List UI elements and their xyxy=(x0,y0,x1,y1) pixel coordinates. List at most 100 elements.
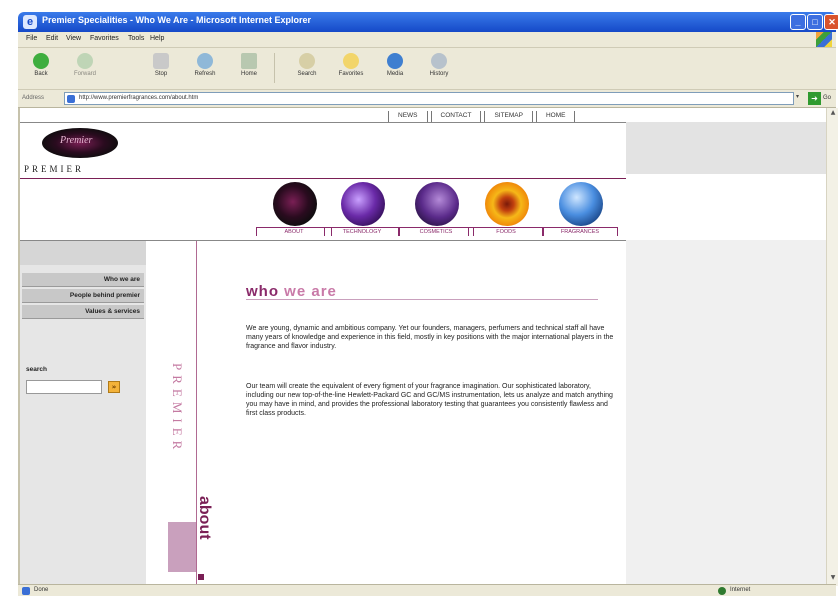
media-label: Media xyxy=(386,71,404,77)
refresh-icon xyxy=(197,53,213,69)
address-dropdown-icon[interactable]: ▾ xyxy=(796,93,804,104)
stop-icon xyxy=(153,53,169,69)
windows-logo-icon xyxy=(816,32,832,47)
page-title-part2: we are xyxy=(284,283,337,300)
premier-logo[interactable]: Premier xyxy=(42,128,118,158)
nav-sitemap-link[interactable]: SITEMAP xyxy=(484,111,533,122)
team-paragraph: Our team will create the equivalent of e… xyxy=(246,383,613,417)
menu-file[interactable]: File xyxy=(26,35,37,42)
window-title: Premier Specialities - Who We Are - Micr… xyxy=(42,15,312,25)
nav-contact-link[interactable]: CONTACT xyxy=(430,111,482,122)
top-divider xyxy=(20,122,626,123)
logo-script-text: Premier xyxy=(60,135,93,146)
address-label: Address xyxy=(22,95,45,101)
stop-label: Stop xyxy=(154,71,168,77)
favorites-button[interactable]: Favorites xyxy=(332,50,370,86)
side-link-people[interactable]: People behind premier xyxy=(22,289,144,303)
media-button[interactable]: Media xyxy=(376,50,414,86)
left-sidebar: Who we are People behind premier Values … xyxy=(20,241,146,586)
right-grey-panel xyxy=(626,240,826,586)
nav-home-link[interactable]: HOME xyxy=(535,111,576,122)
home-icon xyxy=(241,53,257,69)
nav-news-link[interactable]: NEWS xyxy=(388,111,428,122)
screen: e Premier Specialities - Who We Are - Mi… xyxy=(0,0,838,596)
search-toolbar-button[interactable]: Search xyxy=(288,50,326,86)
vertical-section-title: about xyxy=(196,496,213,540)
page-icon xyxy=(67,95,75,103)
scroll-down-icon[interactable]: ▼ xyxy=(828,574,838,584)
refresh-button[interactable]: Refresh xyxy=(186,50,224,86)
status-text: Done xyxy=(34,587,49,593)
minimize-button[interactable]: _ xyxy=(790,14,806,30)
title-underline xyxy=(246,299,598,300)
go-arrow-icon: ➜ xyxy=(808,92,821,105)
magnifier-icon xyxy=(299,53,315,69)
go-button[interactable]: ➜ Go xyxy=(808,92,834,105)
back-button[interactable]: Back xyxy=(22,50,60,86)
section-technology[interactable]: TECHNOLOGY xyxy=(324,180,400,240)
search-label: search xyxy=(26,366,47,373)
menu-bar: File Edit View Favorites Tools Help xyxy=(18,32,836,48)
sidebar-header xyxy=(20,241,146,265)
section-foods[interactable]: FOODS xyxy=(468,180,544,240)
internet-zone-icon xyxy=(718,587,726,595)
side-link-who-we-are[interactable]: Who we are xyxy=(22,273,144,287)
page-title-part1: who xyxy=(246,283,285,300)
back-arrow-icon xyxy=(33,53,49,69)
home-button[interactable]: Home xyxy=(230,50,268,86)
browser-viewport: NEWS CONTACT SITEMAP HOME Premier PREMIE… xyxy=(18,108,838,586)
menu-tools[interactable]: Tools xyxy=(128,35,144,42)
section-fragrances-label: FRAGRANCES xyxy=(542,227,618,236)
refresh-label: Refresh xyxy=(194,71,216,77)
stop-button[interactable]: Stop xyxy=(142,50,180,86)
vertical-brand-text: PREMIER xyxy=(170,363,185,455)
scroll-up-icon[interactable]: ▲ xyxy=(828,109,838,119)
address-input[interactable]: http://www.premierfragrances.com/about.h… xyxy=(64,92,794,105)
menu-favorites[interactable]: Favorites xyxy=(90,35,119,42)
decorative-pink-block xyxy=(168,522,196,572)
foods-thumbnail xyxy=(485,182,529,226)
internet-explorer-icon: e xyxy=(23,15,37,29)
menu-help[interactable]: Help xyxy=(150,35,164,42)
history-button[interactable]: History xyxy=(420,50,458,86)
section-about-label: ABOUT xyxy=(256,227,332,236)
forward-button[interactable]: Forward xyxy=(66,50,104,86)
star-icon xyxy=(343,53,359,69)
section-nav: ABOUT TECHNOLOGY COSMETICS FOODS FRAGRAN… xyxy=(256,180,626,240)
about-thumbnail xyxy=(273,182,317,226)
logo-wordmark: PREMIER xyxy=(24,164,85,174)
search-go-button[interactable]: » xyxy=(108,381,120,393)
history-label: History xyxy=(429,71,449,77)
section-fragrances[interactable]: FRAGRANCES xyxy=(542,180,618,240)
section-technology-label: TECHNOLOGY xyxy=(324,227,400,236)
side-menu: Who we are People behind premier Values … xyxy=(22,273,144,321)
search-toolbar-label: Search xyxy=(297,71,317,77)
search-input[interactable] xyxy=(26,380,102,394)
media-icon xyxy=(387,53,403,69)
close-button[interactable]: ✕ xyxy=(824,14,838,30)
status-bar: Done Internet xyxy=(18,584,836,596)
vertical-scrollbar[interactable]: ▲ ▼ xyxy=(826,108,838,586)
forward-arrow-icon xyxy=(77,53,93,69)
intro-paragraph: We are young, dynamic and ambitious comp… xyxy=(246,325,614,350)
history-icon xyxy=(431,53,447,69)
address-bar: Address http://www.premierfragrances.com… xyxy=(18,90,836,108)
menu-edit[interactable]: Edit xyxy=(46,35,58,42)
section-foods-label: FOODS xyxy=(468,227,544,236)
address-url: http://www.premierfragrances.com/about.h… xyxy=(79,95,199,101)
favorites-label: Favorites xyxy=(338,71,364,77)
page-title: who we are xyxy=(246,283,337,300)
right-grey-panel-top xyxy=(626,122,826,174)
cosmetics-thumbnail xyxy=(415,182,459,226)
section-about[interactable]: ABOUT xyxy=(256,180,332,240)
toolbar: Back Forward Stop Refresh Home Search Fa… xyxy=(18,48,836,90)
header-divider xyxy=(20,178,626,179)
menu-view[interactable]: View xyxy=(66,35,81,42)
zone-text: Internet xyxy=(730,587,751,593)
section-cosmetics[interactable]: COSMETICS xyxy=(398,180,474,240)
window-titlebar[interactable]: e Premier Specialities - Who We Are - Mi… xyxy=(18,12,838,32)
toolbar-separator xyxy=(274,53,275,83)
maximize-button[interactable]: □ xyxy=(807,14,823,30)
forward-label: Forward xyxy=(73,71,96,77)
side-link-values[interactable]: Values & services xyxy=(22,305,144,319)
